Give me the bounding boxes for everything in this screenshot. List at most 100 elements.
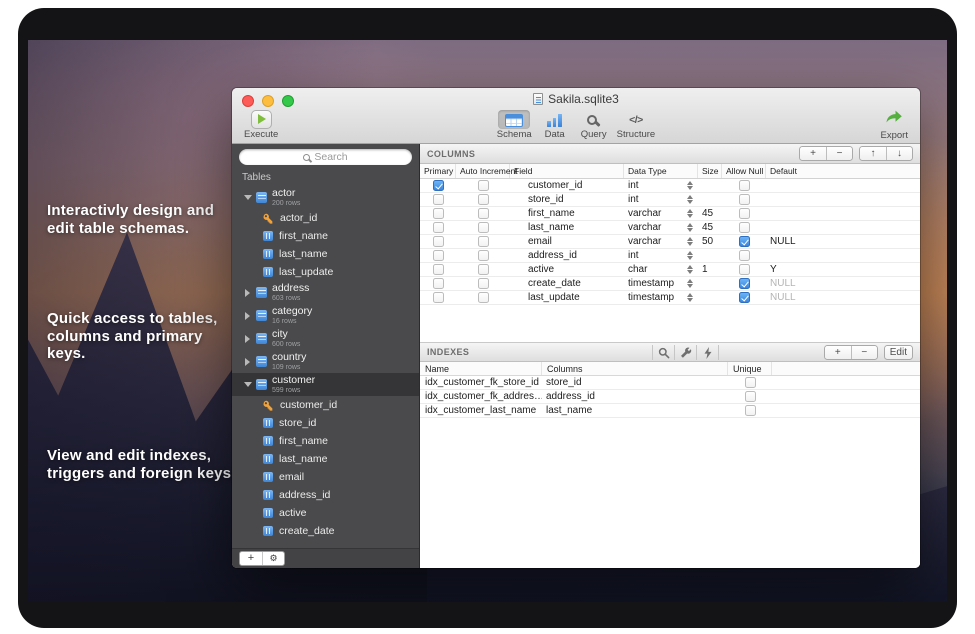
data-type-stepper[interactable]: [687, 223, 693, 233]
sidebar-column-active[interactable]: active: [232, 504, 419, 522]
primary-checkbox[interactable]: [433, 222, 444, 233]
sidebar-table-actor[interactable]: actor200 rows: [232, 186, 419, 209]
sidebar-column-first_name[interactable]: first_name: [232, 432, 419, 450]
add-column-button[interactable]: +: [800, 147, 826, 160]
sidebar-column-last_update[interactable]: last_update: [232, 263, 419, 281]
toolbar-tab-query[interactable]: Query: [576, 109, 612, 141]
sidebar-table-category[interactable]: category16 rows: [232, 304, 419, 327]
data-type-stepper[interactable]: [687, 181, 693, 191]
primary-checkbox[interactable]: [433, 194, 444, 205]
sidebar-column-email[interactable]: email: [232, 468, 419, 486]
data-type-stepper[interactable]: [687, 195, 693, 205]
primary-checkbox[interactable]: [433, 180, 444, 191]
index-row-idx_customer_last_name[interactable]: idx_customer_last_namelast_name: [420, 404, 920, 418]
move-column-down-button[interactable]: ↓: [886, 147, 912, 160]
column-row-last_update[interactable]: last_updatetimestampNULL: [420, 291, 920, 305]
unique-checkbox[interactable]: [745, 405, 756, 416]
disclosure-triangle-icon[interactable]: [244, 358, 251, 366]
stepper-down-icon: [687, 228, 693, 232]
sidebar-column-last_name[interactable]: last_name: [232, 450, 419, 468]
sidebar-column-last_name[interactable]: last_name: [232, 245, 419, 263]
auto-increment-checkbox[interactable]: [478, 180, 489, 191]
primary-checkbox[interactable]: [433, 208, 444, 219]
primary-checkbox[interactable]: [433, 236, 444, 247]
index-row-idx_customer_fk_addres…[interactable]: idx_customer_fk_addres…address_id: [420, 390, 920, 404]
allow-null-checkbox[interactable]: [739, 208, 750, 219]
column-row-create_date[interactable]: create_datetimestampNULL: [420, 277, 920, 291]
auto-increment-checkbox[interactable]: [478, 250, 489, 261]
allow-null-checkbox[interactable]: [739, 222, 750, 233]
auto-increment-checkbox[interactable]: [478, 278, 489, 289]
execute-button[interactable]: Execute: [242, 109, 280, 141]
column-row-store_id[interactable]: store_idint: [420, 193, 920, 207]
edit-index-button[interactable]: Edit: [885, 346, 912, 359]
unique-checkbox[interactable]: [745, 391, 756, 402]
zoom-button[interactable]: [282, 95, 294, 107]
allow-null-checkbox[interactable]: [739, 292, 750, 303]
sidebar-table-city[interactable]: city600 rows: [232, 327, 419, 350]
auto-increment-checkbox[interactable]: [478, 208, 489, 219]
move-column-up-button[interactable]: ↑: [860, 147, 886, 160]
data-type-stepper[interactable]: [687, 293, 693, 303]
allow-null-checkbox[interactable]: [739, 236, 750, 247]
disclosure-triangle-icon[interactable]: [244, 312, 251, 320]
sidebar-column-create_date[interactable]: create_date: [232, 522, 419, 540]
disclosure-triangle-icon[interactable]: [244, 289, 251, 297]
foreign-keys-bolt-icon[interactable]: [697, 345, 719, 360]
allow-null-checkbox[interactable]: [739, 194, 750, 205]
toolbar-tab-data[interactable]: Data: [537, 109, 573, 141]
data-type-stepper[interactable]: [687, 265, 693, 275]
disclosure-triangle-icon[interactable]: [244, 195, 251, 200]
column-row-customer_id[interactable]: customer_idint: [420, 179, 920, 193]
column-row-email[interactable]: emailvarchar50NULL: [420, 235, 920, 249]
allow-null-checkbox[interactable]: [739, 264, 750, 275]
toolbar-tab-schema[interactable]: Schema: [495, 109, 534, 141]
disclosure-triangle-icon[interactable]: [244, 335, 251, 343]
column-row-last_name[interactable]: last_namevarchar45: [420, 221, 920, 235]
toolbar-tab-structure[interactable]: </>Structure: [615, 109, 658, 141]
close-button[interactable]: [242, 95, 254, 107]
sidebar-column-store_id[interactable]: store_id: [232, 414, 419, 432]
index-row-idx_customer_fk_store_id[interactable]: idx_customer_fk_store_idstore_id: [420, 376, 920, 390]
auto-increment-checkbox[interactable]: [478, 194, 489, 205]
allow-null-checkbox[interactable]: [739, 278, 750, 289]
column-row-first_name[interactable]: first_namevarchar45: [420, 207, 920, 221]
primary-checkbox[interactable]: [433, 278, 444, 289]
primary-checkbox[interactable]: [433, 264, 444, 275]
add-index-button[interactable]: +: [825, 346, 851, 359]
primary-checkbox[interactable]: [433, 250, 444, 261]
sidebar-table-address[interactable]: address603 rows: [232, 281, 419, 304]
remove-index-button[interactable]: −: [851, 346, 877, 359]
search-input[interactable]: Search: [239, 149, 412, 165]
column-row-active[interactable]: activechar1Y: [420, 263, 920, 277]
data-type-stepper[interactable]: [687, 237, 693, 247]
export-button[interactable]: Export: [879, 107, 910, 142]
sidebar-column-actor_id[interactable]: actor_id: [232, 209, 419, 227]
data-type-stepper[interactable]: [687, 209, 693, 219]
auto-increment-checkbox[interactable]: [478, 222, 489, 233]
add-table-button[interactable]: +: [240, 552, 262, 565]
column-name: active: [279, 507, 306, 519]
allow-null-checkbox[interactable]: [739, 250, 750, 261]
sidebar-column-first_name[interactable]: first_name: [232, 227, 419, 245]
remove-column-button[interactable]: −: [826, 147, 852, 160]
minimize-button[interactable]: [262, 95, 274, 107]
disclosure-triangle-icon[interactable]: [244, 382, 251, 387]
auto-increment-checkbox[interactable]: [478, 292, 489, 303]
actions-gear-button[interactable]: ⚙: [262, 552, 284, 565]
primary-checkbox[interactable]: [433, 292, 444, 303]
sidebar-table-customer[interactable]: customer599 rows: [232, 373, 419, 396]
allow-null-cell: [722, 249, 766, 262]
allow-null-checkbox[interactable]: [739, 180, 750, 191]
auto-increment-checkbox[interactable]: [478, 264, 489, 275]
data-type-stepper[interactable]: [687, 279, 693, 289]
data-type-stepper[interactable]: [687, 251, 693, 261]
unique-checkbox[interactable]: [745, 377, 756, 388]
sidebar-column-address_id[interactable]: address_id: [232, 486, 419, 504]
sidebar-column-customer_id[interactable]: customer_id: [232, 396, 419, 414]
sidebar-table-country[interactable]: country109 rows: [232, 350, 419, 373]
indexes-search-icon[interactable]: [653, 345, 675, 360]
auto-increment-checkbox[interactable]: [478, 236, 489, 247]
triggers-wrench-icon[interactable]: [675, 345, 697, 360]
column-row-address_id[interactable]: address_idint: [420, 249, 920, 263]
